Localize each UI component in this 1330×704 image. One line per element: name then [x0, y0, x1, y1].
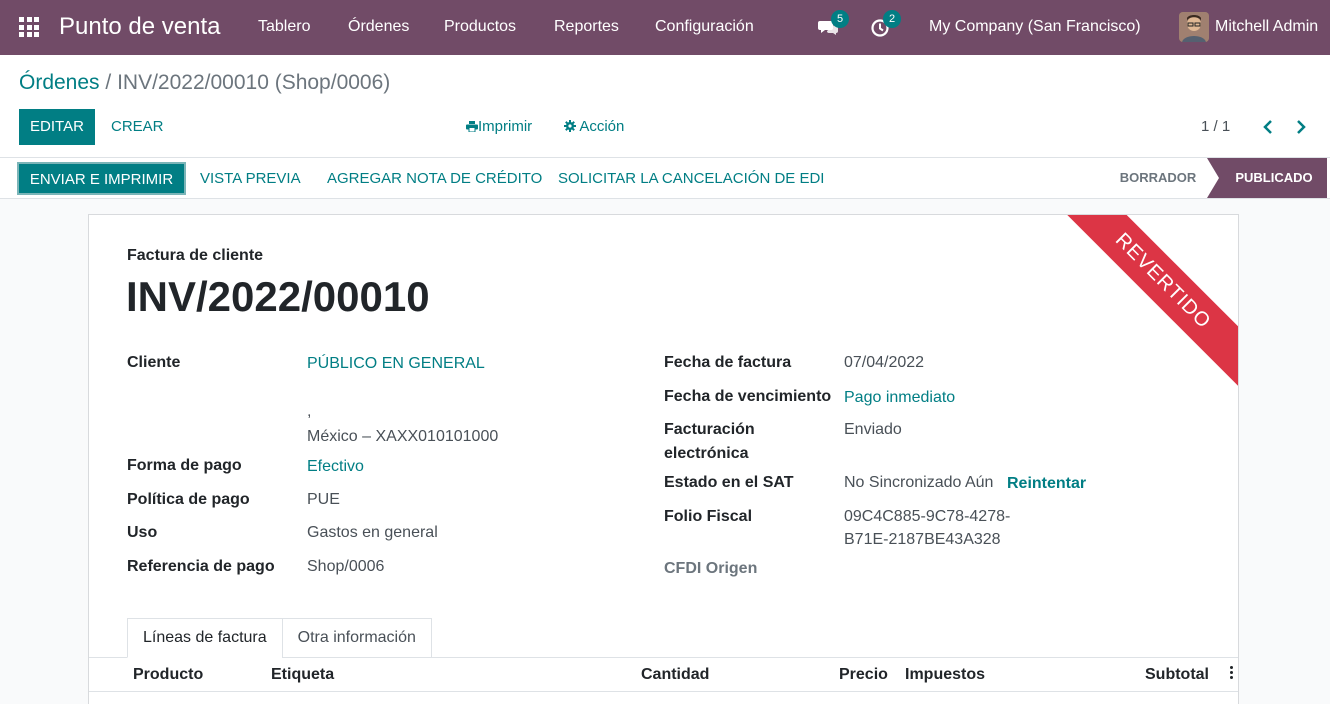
user-avatar[interactable] [1179, 12, 1209, 42]
customer-label: Cliente [127, 354, 181, 371]
einvoice-label-line1: Facturación [664, 421, 755, 438]
user-menu[interactable]: Mitchell Admin [1215, 18, 1318, 36]
stage-arrow [1207, 158, 1219, 198]
app-brand[interactable]: Punto de venta [59, 13, 220, 41]
invoice-lines-header: Producto Etiqueta Cantidad Precio Impues… [89, 658, 1238, 692]
print-label: Imprimir [478, 118, 533, 135]
einvoice-status: Enviado [844, 421, 902, 438]
einvoice-label-line2: electrónica [664, 445, 749, 462]
invoice-date-label: Fecha de factura [664, 354, 792, 371]
create-button[interactable]: CREAR [111, 118, 164, 135]
control-panel: Órdenes / INV/2022/00010 (Shop/0006) EDI… [0, 55, 1330, 158]
menu-orders[interactable]: Órdenes [348, 18, 409, 36]
payment-reference-value: Shop/0006 [307, 558, 385, 575]
messages-icon[interactable]: 5 [818, 10, 849, 37]
payment-method-label: Forma de pago [127, 457, 242, 474]
due-date-value[interactable]: Pago inmediato [844, 389, 955, 407]
tab-other-info[interactable]: Otra información [281, 618, 432, 658]
company-switcher[interactable]: My Company (San Francisco) [929, 18, 1141, 36]
tab-invoice-lines[interactable]: Líneas de factura [127, 618, 283, 658]
messages-badge: 5 [831, 10, 849, 28]
add-credit-note-button[interactable]: AGREGAR NOTA DE CRÉDITO [327, 170, 542, 187]
breadcrumb: Órdenes / INV/2022/00010 (Shop/0006) [19, 71, 390, 95]
activity-clock-icon[interactable]: 2 [870, 10, 901, 37]
breadcrumb-parent[interactable]: Órdenes [19, 71, 100, 94]
send-and-print-button[interactable]: ENVIAR E IMPRIMIR [17, 162, 186, 195]
apps-menu-icon[interactable] [19, 17, 39, 37]
print-button[interactable]: Imprimir [466, 118, 532, 135]
reversed-ribbon: REVERTIDO [1056, 215, 1238, 388]
folio-fiscal-line1: 09C4C885-9C78-4278- [844, 508, 1011, 525]
preview-button[interactable]: VISTA PREVIA [200, 170, 301, 187]
customer-address-line1: , [307, 403, 312, 420]
column-quantity[interactable]: Cantidad [641, 666, 709, 684]
optional-columns-icon[interactable] [1227, 666, 1235, 682]
customer-link[interactable]: PÚBLICO EN GENERAL [307, 355, 485, 373]
usage-label: Uso [127, 524, 158, 541]
stage-posted[interactable]: PUBLICADO [1207, 158, 1327, 198]
invoice-date-value: 07/04/2022 [844, 354, 925, 371]
stage-draft[interactable]: BORRADOR [1108, 158, 1208, 198]
pager-value[interactable]: 1 / 1 [1201, 118, 1230, 135]
menu-products[interactable]: Productos [444, 18, 516, 36]
column-label[interactable]: Etiqueta [271, 666, 334, 684]
edit-button[interactable]: EDITAR [19, 109, 95, 145]
breadcrumb-current: INV/2022/00010 (Shop/0006) [117, 71, 391, 94]
column-product[interactable]: Producto [133, 666, 203, 684]
due-date-label: Fecha de vencimiento [664, 388, 832, 405]
customer-address-line2: México – XAXX010101000 [307, 428, 499, 445]
invoice-number: INV/2022/00010 [126, 273, 430, 320]
gear-icon [564, 120, 576, 132]
activities-badge: 2 [883, 10, 901, 28]
column-price[interactable]: Precio [839, 666, 888, 684]
pager-next-icon[interactable] [1295, 117, 1307, 143]
action-label: Acción [579, 118, 625, 135]
top-navbar: Punto de venta Tablero Órdenes Productos… [0, 0, 1330, 55]
action-button[interactable]: Acción [564, 118, 624, 135]
breadcrumb-separator: / [105, 71, 112, 94]
folio-fiscal-label: Folio Fiscal [664, 508, 753, 525]
sat-retry-button[interactable]: Reintentar [1007, 475, 1086, 493]
usage-value: Gastos en general [307, 524, 438, 541]
notebook-tabs: Líneas de factura Otra información [127, 618, 432, 658]
sat-status-label: Estado en el SAT [664, 474, 794, 491]
column-taxes[interactable]: Impuestos [905, 666, 985, 684]
payment-policy-value: PUE [307, 491, 340, 508]
sat-status-value: No Sincronizado Aún [844, 474, 994, 491]
cfdi-origin-label: CFDI Origen [664, 560, 758, 577]
pager-previous-icon[interactable] [1262, 117, 1274, 143]
menu-configuration[interactable]: Configuración [655, 18, 754, 36]
payment-policy-label: Política de pago [127, 491, 250, 508]
payment-reference-label: Referencia de pago [127, 558, 275, 575]
request-edi-cancel-button[interactable]: SOLICITAR LA CANCELACIÓN DE EDI [558, 170, 824, 187]
document-type: Factura de cliente [127, 247, 264, 264]
folio-fiscal-line2: B71E-2187BE43A328 [844, 531, 1001, 548]
form-sheet: REVERTIDO Factura de cliente INV/2022/00… [88, 214, 1239, 704]
menu-dashboard[interactable]: Tablero [258, 18, 310, 36]
form-statusbar: ENVIAR E IMPRIMIR VISTA PREVIA AGREGAR N… [0, 158, 1330, 199]
payment-method-link[interactable]: Efectivo [307, 458, 364, 476]
menu-reports[interactable]: Reportes [554, 18, 619, 36]
print-icon [466, 121, 478, 133]
column-subtotal[interactable]: Subtotal [1145, 666, 1209, 684]
